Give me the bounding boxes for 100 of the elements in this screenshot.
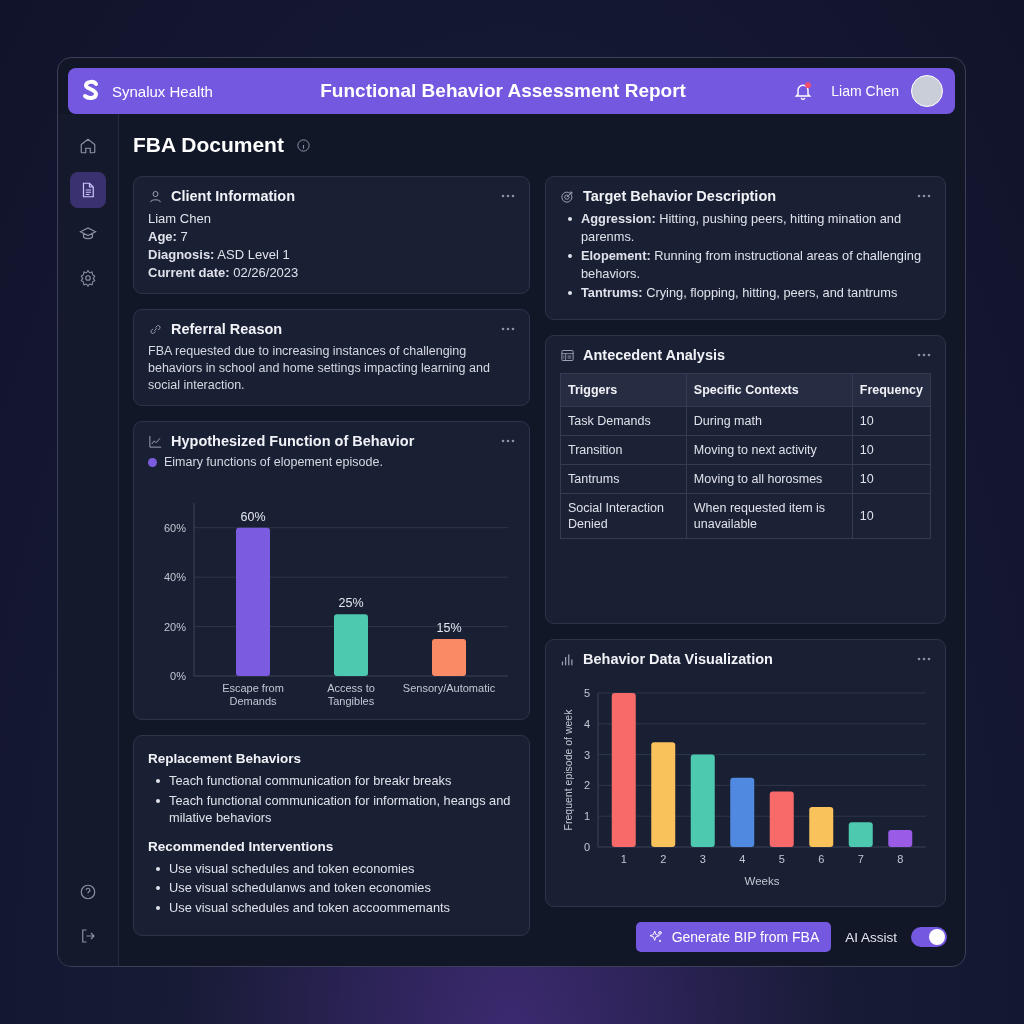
axis-tick-label: 4: [583, 717, 590, 730]
axis-category-label: Escape from Demands: [222, 682, 284, 707]
list-item: Use visual schedulanws and token economies: [169, 879, 431, 897]
section-heading: Replacement Behaviors: [148, 751, 303, 766]
bullet-icon: [568, 254, 572, 258]
axis-tick-label: 0: [583, 841, 590, 853]
axis-category-label: 4: [739, 853, 746, 865]
sidebar-item[interactable]: [70, 172, 106, 208]
axis-tick-label: 0%: [170, 670, 186, 682]
bar: [809, 806, 834, 847]
axis-category-label: 3: [699, 853, 706, 865]
table-cell: 10: [852, 406, 931, 436]
axis-tick-label: 40%: [163, 571, 186, 584]
axis-category-label: 8: [897, 853, 904, 865]
axis-title: Weeks: [744, 875, 780, 887]
notification-bell-icon[interactable]: [793, 81, 814, 101]
more-options-icon[interactable]: [501, 327, 515, 331]
axis-title: Frequent episode of week: [562, 709, 574, 831]
value-label: 25%: [338, 596, 364, 611]
bullet-icon: [156, 905, 160, 910]
more-options-icon[interactable]: [501, 439, 515, 443]
table-header-cell: Frequency: [852, 373, 931, 407]
axis-tick-label: 60%: [163, 521, 186, 534]
bar: [769, 791, 794, 847]
toggle-label: AI Assist: [845, 929, 897, 945]
bar: [888, 830, 913, 847]
sparkle-icon: [647, 929, 664, 945]
table-icon: [560, 347, 575, 363]
list-item: Tantrums: Crying, flopping, hitting, peers, and tantrums: [581, 284, 898, 302]
value-label: 60%: [240, 509, 266, 524]
table-cell: 10: [852, 493, 931, 539]
table-cell: Social Interaction Denied: [560, 493, 687, 539]
card-title: Hypothesized Function of Behavior: [171, 433, 415, 449]
list-item: Aggression: Hitting, pushing peers, hitting mination and parenms.: [581, 210, 903, 245]
table-cell: Tantrums: [560, 464, 687, 494]
table-header-cell: Triggers: [560, 373, 687, 407]
bullet-icon: [156, 886, 160, 890]
referral-text: FBA requested due to increasing instances of challenging behaviors in school and home settings impacting learning and social interaction.: [148, 343, 491, 394]
list-item: Teach functional communication for breakr breaks: [169, 772, 452, 790]
axis-tick-label: 5: [583, 687, 590, 699]
window-title: Functional Behavior Assessment Report: [319, 80, 687, 102]
bullet-icon: [156, 798, 160, 803]
list-item: Teach functional communication for information, heangs and milative behaviors: [169, 791, 512, 827]
user-name: Liam Chen: [831, 83, 899, 99]
bar: [334, 614, 368, 676]
home-icon: [79, 137, 97, 155]
user-icon: [148, 188, 163, 204]
list-item: Use visual schedules and token economies: [169, 859, 415, 877]
table-cell: Moving to next activity: [686, 435, 853, 465]
line-chart-icon: [148, 433, 163, 449]
axis-tick-label: 2: [583, 779, 590, 792]
table-cell: Task Demands: [560, 406, 687, 436]
axis-category-label: 7: [857, 853, 864, 865]
bar: [730, 777, 755, 847]
legend-label: Eimary functions of elopement episode.: [164, 455, 383, 469]
more-options-icon[interactable]: [501, 194, 515, 198]
settings-icon: [79, 269, 97, 287]
brand-name: Synalux Health: [112, 82, 213, 100]
axis-category-label: 6: [818, 853, 825, 865]
axis-tick-label: 1: [583, 810, 590, 823]
info-line: Diagnosis: ASD Level 1: [148, 246, 291, 264]
table-cell: 10: [852, 435, 931, 465]
card-title: Target Behavior Description: [583, 188, 777, 204]
generate-bip-button[interactable]: Generate BIP from FBA: [635, 922, 832, 952]
help-icon: [79, 883, 97, 901]
section-heading: Recommended Interventions: [148, 838, 335, 854]
info-line: Age: 7: [148, 228, 189, 246]
ai-assist-toggle[interactable]: [911, 927, 947, 947]
bullet-icon: [568, 291, 572, 295]
bar: [432, 638, 466, 676]
card-title: Antecedent Analysis: [583, 347, 726, 364]
card-title: Client Information: [171, 188, 296, 204]
more-options-icon[interactable]: [917, 194, 931, 198]
card-title: Referral Reason: [171, 321, 283, 337]
table-cell: Moving to all horosmes: [686, 464, 853, 494]
table-cell: During math: [686, 406, 853, 436]
axis-tick-label: 3: [583, 748, 590, 761]
list-item: Elopement: Running from instructional areas of challenging behaviors.: [581, 247, 922, 282]
table-cell: Transition: [560, 435, 687, 465]
target-icon: [560, 188, 575, 204]
axis-category-label: 2: [660, 853, 667, 865]
axis-category-label: 1: [620, 853, 627, 865]
axis-category-label: 5: [778, 853, 785, 865]
bullet-icon: [156, 779, 160, 783]
info-icon: [295, 137, 311, 153]
axis-category-label: Sensory/Automatic: [402, 682, 496, 694]
bullet-icon: [156, 866, 160, 871]
axis-category-label: Access to Tangibles: [327, 682, 375, 707]
info-line: Current date: 02/26/2023: [148, 264, 300, 282]
axis-tick-label: 20%: [163, 620, 186, 633]
value-label: 15%: [436, 620, 462, 635]
avatar[interactable]: [911, 75, 943, 107]
bullet-icon: [568, 217, 572, 221]
more-options-icon[interactable]: [917, 657, 931, 661]
table-header-cell: Specific Contexts: [686, 373, 853, 407]
card-title: Behavior Data Visualization: [583, 651, 773, 667]
page-title: FBA Document: [133, 133, 284, 157]
list-item: Use visual schedules and token accoommemants: [169, 898, 450, 916]
table-cell: When requested item is unavailable: [686, 493, 853, 539]
more-options-icon[interactable]: [917, 353, 931, 358]
